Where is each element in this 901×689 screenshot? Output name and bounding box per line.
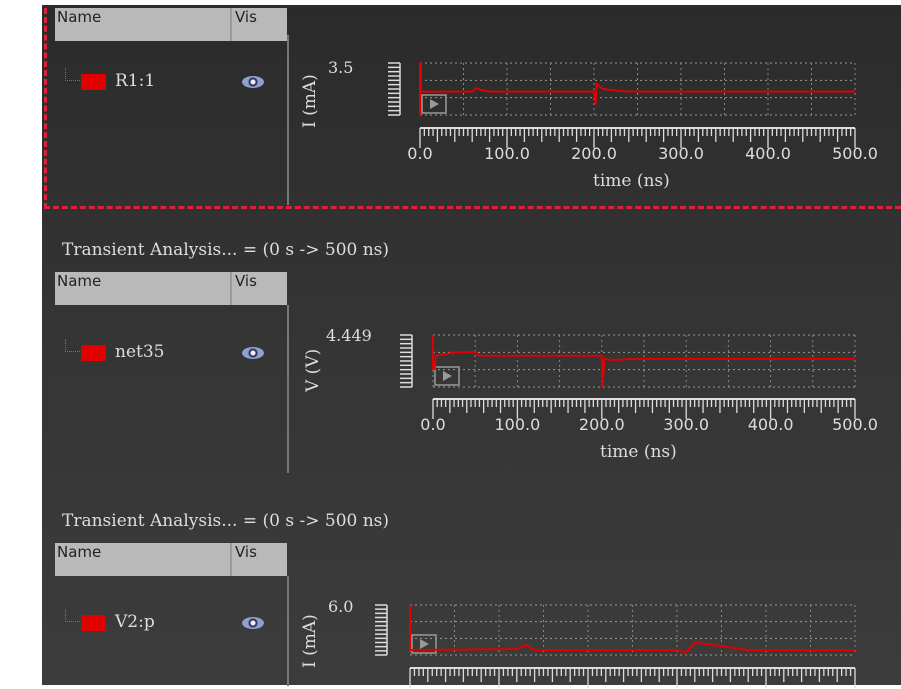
plot-area[interactable] [0, 0, 901, 689]
